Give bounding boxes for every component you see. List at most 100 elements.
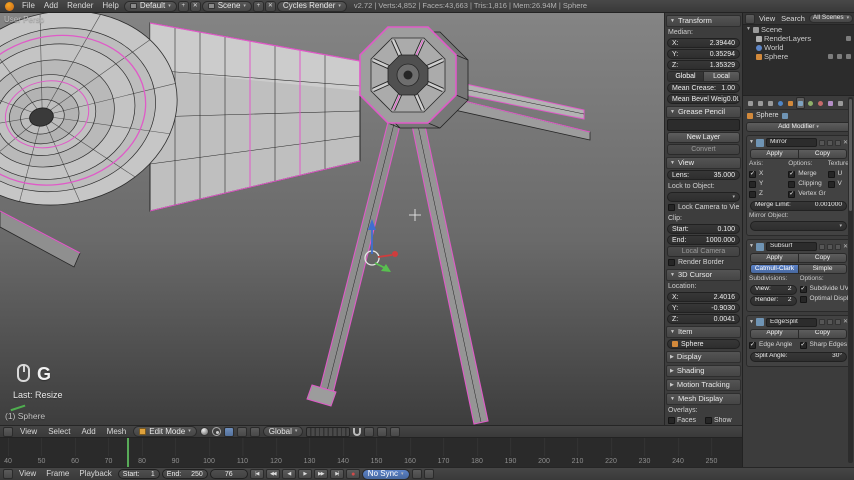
modifier-header[interactable]: ▼ EdgeSplit ✕ [749,317,848,328]
global-button[interactable]: Global [667,71,704,82]
manipulator-scale-icon[interactable] [249,426,260,437]
play-reverse-button[interactable]: ◀ [281,469,296,479]
snap-element-icon[interactable] [364,426,375,437]
timeline-menu-playback[interactable]: Playback [75,470,115,478]
lens-field[interactable]: Lens: 35.000 [667,170,740,180]
viewport-menu-add[interactable]: Add [77,427,99,436]
scene-close-button[interactable]: ✕ [264,0,276,12]
modifier-header[interactable]: ▼ Subsurf ✕ [749,241,848,252]
apply-button[interactable]: Apply [750,253,799,263]
menu-file[interactable]: File [18,2,39,10]
previous-keyframe-button[interactable]: ◀◀ [265,469,280,479]
clipping-checkbox[interactable]: Clipping [788,180,825,189]
mode-selector[interactable]: Edit Mode ▾ [133,426,197,437]
viewport-visibility-toggle[interactable] [826,139,833,146]
outliner-item-renderlayers[interactable]: RenderLayers [743,34,854,43]
viewport-menu-select[interactable]: Select [44,427,74,436]
viewport-canvas[interactable] [0,13,664,425]
blender-logo-icon[interactable] [5,1,14,11]
triangle-open-icon[interactable]: ▼ [746,27,751,32]
modifier-name-field[interactable]: Mirror [765,138,817,147]
grease-pencil-layers-list[interactable] [667,119,740,131]
copy-button[interactable]: Copy [799,328,847,339]
scrollbar-thumb[interactable] [849,99,852,211]
texture-v-checkbox[interactable]: V [827,180,848,189]
outliner-item-world[interactable]: World [743,43,854,52]
jump-to-start-button[interactable]: |◀ [249,469,264,479]
outliner-editor-icon[interactable] [745,13,755,24]
panel-header-item[interactable]: ▼ Item [666,326,741,338]
timeline-ruler[interactable]: 40 50 60 70 80 90 100 110 120 130 140 150 160 170 180 1… [0,437,742,467]
median-x-field[interactable]: X: 2.39440 [667,38,740,48]
outliner-menu-view[interactable]: View [757,15,777,23]
frame-end-field[interactable]: End: 250 [161,469,208,479]
optimal-display-checkbox[interactable]: Optimal Display [799,295,848,304]
renderability-camera-icon[interactable] [846,54,851,59]
tab-scene[interactable] [766,97,775,109]
visibility-eye-icon[interactable] [828,54,833,59]
tab-render[interactable] [746,97,755,109]
clip-end-field[interactable]: End: 1000.000 [667,235,740,245]
lock-object-field[interactable]: ▾ [667,192,740,202]
current-frame-field[interactable]: 76 [209,469,248,479]
selectability-icon[interactable] [837,54,842,59]
panel-header-motion-tracking[interactable]: ▶ Motion Tracking [666,379,741,391]
edit-mode-toggle[interactable] [834,319,841,325]
overlay-show-checkbox[interactable]: Show [705,417,739,424]
subdivisions-render-field[interactable]: Render: 2 [750,295,797,306]
tab-object-data[interactable] [806,97,815,109]
vertex-groups-checkbox[interactable]: ✓ Vertex Gr [788,190,826,199]
menu-render[interactable]: Render [63,2,97,10]
render-visibility-toggle[interactable] [818,243,825,250]
sharp-edges-checkbox[interactable]: ✓ Sharp Edges [799,341,849,350]
triangle-open-icon[interactable]: ▼ [749,319,754,325]
edit-mode-toggle[interactable] [834,139,841,146]
lock-camera-checkbox[interactable]: Lock Camera to View [668,203,739,212]
timeline-editor-icon[interactable] [3,469,13,479]
median-z-field[interactable]: Z: 1.35329 [667,60,740,70]
menu-help[interactable]: Help [98,2,122,10]
manipulator-rotate-icon[interactable] [236,426,247,437]
snap-magnet-icon[interactable] [353,427,362,436]
render-visibility-toggle[interactable] [818,319,825,325]
play-button[interactable]: ▶ [297,469,312,479]
apply-button[interactable]: Apply [750,328,799,339]
render-opengl-anim-icon[interactable] [390,426,401,437]
add-modifier-button[interactable]: Add Modifier ▾ [746,122,851,132]
item-name-field[interactable]: Sphere [667,339,740,349]
axis-y-checkbox[interactable]: Y [749,180,786,189]
render-opengl-icon[interactable] [377,426,388,437]
axis-x-checkbox[interactable]: ✓ X [749,170,786,179]
panel-header-display[interactable]: ▶ Display [666,351,741,363]
layers-widget[interactable] [306,426,351,437]
triangle-open-icon[interactable]: ▼ [749,244,754,249]
viewport-shading-icon[interactable] [199,427,209,436]
tab-particles[interactable] [836,97,845,109]
texture-u-checkbox[interactable]: U [827,170,848,179]
outliner-item-scene[interactable]: ▼ Scene [743,25,854,34]
layout-add-button[interactable]: + [177,0,189,12]
timeline-menu-view[interactable]: View [15,470,40,478]
auto-keyframe-icon[interactable] [411,469,422,479]
panel-header-3d-cursor[interactable]: ▼ 3D Cursor [666,269,741,281]
subdivisions-view-field[interactable]: View: 2 [750,284,797,295]
simple-button[interactable]: Simple [799,264,847,274]
merge-checkbox[interactable]: ✓ Merge [788,170,825,179]
local-button[interactable]: Local [704,71,740,82]
properties-scrollbar[interactable] [848,97,853,463]
scene-selector[interactable]: Scene ▾ [201,0,252,12]
frame-start-field[interactable]: Start: 1 [117,469,160,479]
panel-header-shading[interactable]: ▶ Shading [666,365,741,377]
tab-modifiers[interactable] [796,97,805,109]
axis-z-checkbox[interactable]: Z [749,190,786,199]
mirror-object-field[interactable]: ▾ [750,221,847,231]
split-angle-field[interactable]: Split Angle: 30° [750,351,847,362]
outliner-item-sphere[interactable]: Sphere [743,52,854,61]
screen-layout-selector[interactable]: Default ▾ [123,0,177,12]
viewport-visibility-toggle[interactable] [826,319,833,325]
camera-icon[interactable] [846,36,851,41]
record-button[interactable]: ● [345,469,360,479]
jump-to-end-button[interactable]: ▶| [329,469,344,479]
panel-header-view[interactable]: ▼ View [666,157,741,169]
clip-start-field[interactable]: Start: 0.100 [667,224,740,234]
